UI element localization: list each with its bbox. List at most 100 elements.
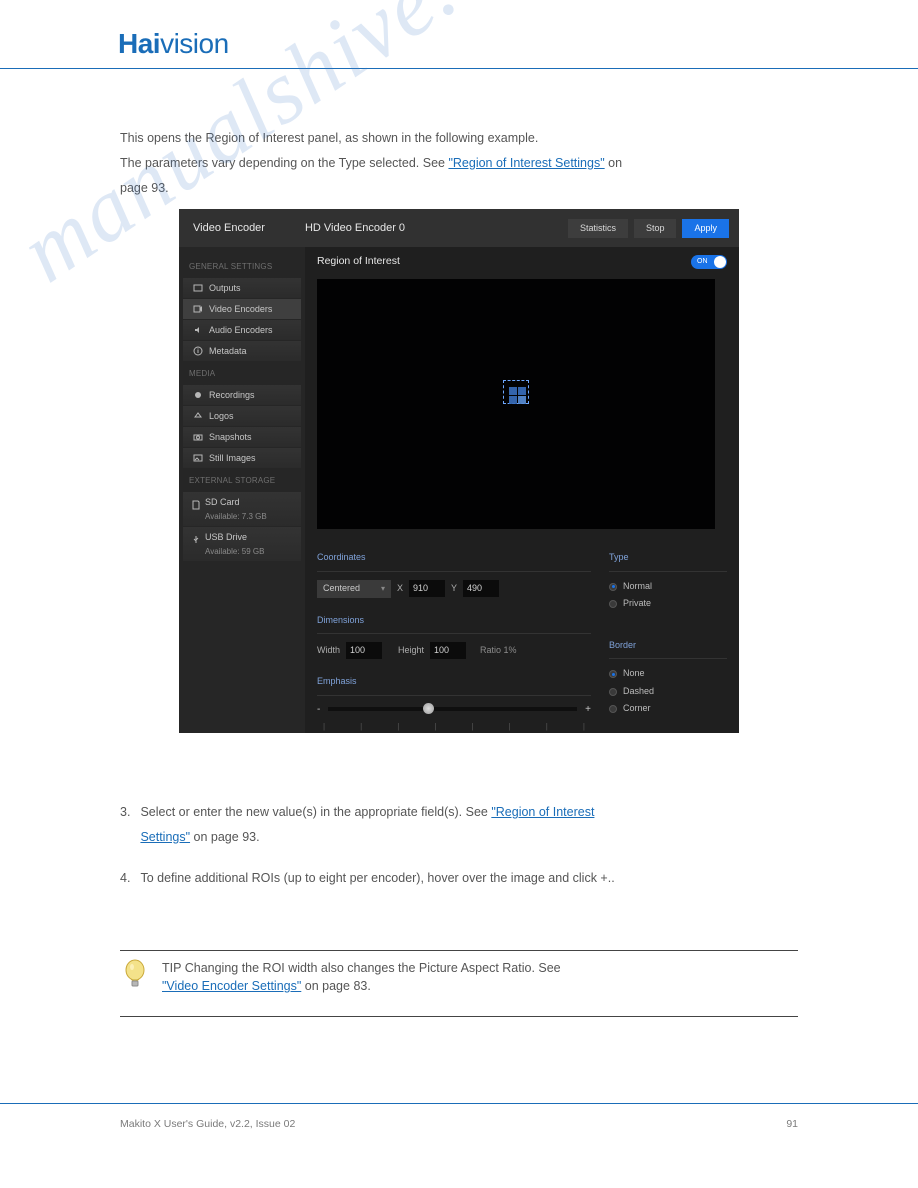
radio-dot-icon [609,600,617,608]
coordinates-label: Coordinates [317,551,591,565]
ratio-value: Ratio 1% [480,644,517,658]
sidebar-item-label: Snapshots [209,431,252,445]
step-text-line-1: Select or enter the new value(s) in the … [140,803,594,822]
step-text: Select or enter the new value(s) in the … [140,805,491,819]
sidebar-item-still-images[interactable]: Still Images [183,448,301,468]
tip-callout: TIP Changing the ROI width also changes … [120,950,798,1018]
step-4: 4. To define additional ROIs (up to eigh… [120,869,798,888]
y-label: Y [451,582,457,596]
border-dashed-radio[interactable]: Dashed [609,685,727,699]
border-corner-radio[interactable]: Corner [609,702,727,716]
slider-plus: + [585,702,591,717]
border-none-radio[interactable]: None [609,667,727,681]
sidebar-item-label: Still Images [209,452,256,466]
page-footer: Makito X User's Guide, v2.2, Issue 02 91 [120,1118,798,1130]
type-label: Type [609,551,727,565]
logos-icon [193,411,203,421]
sidebar-item-sd-card[interactable]: SD Card Available: 7.3 GB [183,492,301,526]
dropdown-value: Centered [323,582,360,596]
radio-dot-icon [609,705,617,713]
footer-left: Makito X User's Guide, v2.2, Issue 02 [120,1118,295,1130]
sidebar-section-general: GENERAL SETTINGS [179,255,305,277]
lightbulb-icon [122,959,148,989]
tip-text: Changing the ROI width also changes the … [185,961,561,975]
roi-settings-link[interactable]: "Region of Interest [491,805,594,819]
sidebar-item-audio-encoders[interactable]: Audio Encoders [183,320,301,340]
slider-minus: - [317,702,320,717]
y-input[interactable]: 490 [463,580,499,597]
page-header: Haivision [0,0,918,60]
sidebar-item-label: Audio Encoders [209,324,273,338]
video-icon [193,304,203,314]
separator [317,695,591,696]
separator [609,571,727,572]
type-private-radio[interactable]: Private [609,597,727,611]
intro-line-1: This opens the Region of Interest panel,… [120,129,798,148]
slider-ticks: |||||||| [317,717,591,733]
border-label: Border [609,639,727,653]
sidebar-item-label: Logos [209,410,234,424]
intro-text: on [608,156,622,170]
app-titlebar: Video Encoder HD Video Encoder 0 Statist… [179,209,739,247]
chevron-down-icon: ▾ [381,583,385,595]
video-preview[interactable] [317,279,715,529]
roi-title: Region of Interest [317,254,400,270]
step-text: on page 93. [194,830,260,844]
sidebar-item-recordings[interactable]: Recordings [183,385,301,405]
camera-icon [193,432,203,442]
statistics-button[interactable]: Statistics [568,219,628,238]
roi-selection-box[interactable] [503,380,529,404]
haivision-logo: Haivision [118,28,918,60]
intro-text: The parameters vary depending on the Typ… [120,156,448,170]
encoder-title: HD Video Encoder 0 [305,220,562,237]
sidebar-item-logos[interactable]: Logos [183,406,301,426]
radio-label: None [623,667,645,681]
radio-dot-icon [609,670,617,678]
video-encoder-settings-link[interactable]: "Video Encoder Settings" [162,979,301,993]
emphasis-slider[interactable] [328,707,577,711]
step-3: 3. Select or enter the new value(s) in t… [120,803,798,853]
storage-label: USB Drive [205,531,247,545]
radio-label: Dashed [623,685,654,699]
apply-button[interactable]: Apply [682,219,729,238]
document-body: This opens the Region of Interest panel,… [0,69,918,1017]
sidebar-item-outputs[interactable]: Outputs [183,278,301,298]
step-number: 3. [120,803,130,853]
storage-label: SD Card [205,496,240,510]
roi-settings-link[interactable]: Settings" [140,830,190,844]
sidebar-item-metadata[interactable]: Metadata [183,341,301,361]
sidebar-section-media: MEDIA [179,362,305,384]
footer-page-number: 91 [786,1118,798,1130]
stop-button[interactable]: Stop [634,219,677,238]
emphasis-label: Emphasis [317,675,591,689]
sidebar-item-video-encoders[interactable]: Video Encoders [183,299,301,319]
toggle-knob [714,256,726,268]
roi-toggle[interactable]: ON [691,255,727,269]
sidebar-item-label: Metadata [209,345,247,359]
separator [317,571,591,572]
audio-icon [193,325,203,335]
info-icon [193,346,203,356]
main-panel: Region of Interest ON Coordinates [305,247,739,733]
radio-label: Normal [623,580,652,594]
x-input[interactable]: 910 [409,580,445,597]
dimensions-label: Dimensions [317,614,591,628]
app-screenshot: Video Encoder HD Video Encoder 0 Statist… [179,209,739,733]
step-text: To define additional ROIs (up to eight p… [140,869,614,888]
coordinates-mode-dropdown[interactable]: Centered ▾ [317,580,391,598]
sidebar-item-usb-drive[interactable]: USB Drive Available: 59 GB [183,527,301,561]
width-label: Width [317,644,340,658]
sidebar-item-snapshots[interactable]: Snapshots [183,427,301,447]
intro-line-2: The parameters vary depending on the Typ… [120,154,798,173]
radio-label: Corner [623,702,651,716]
storage-available: Available: 59 GB [205,546,264,558]
roi-settings-link[interactable]: "Region of Interest Settings" [448,156,604,170]
window-title: Video Encoder [193,220,265,237]
type-normal-radio[interactable]: Normal [609,580,727,594]
height-input[interactable]: 100 [430,642,466,659]
width-input[interactable]: 100 [346,642,382,659]
height-label: Height [398,644,424,658]
storage-available: Available: 7.3 GB [205,511,267,523]
slider-thumb[interactable] [423,703,434,714]
step-number: 4. [120,869,130,888]
